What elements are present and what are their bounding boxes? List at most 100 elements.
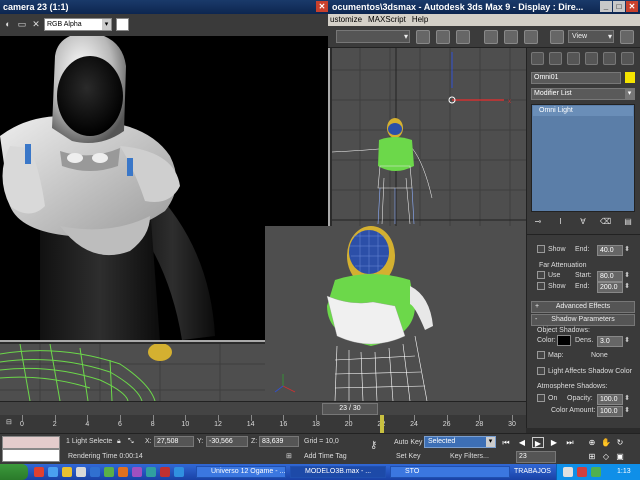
menu-help[interactable]: Help xyxy=(412,14,428,26)
modifier-stack[interactable]: Omni Light xyxy=(531,104,635,212)
maximize-viewport-icon[interactable]: ▣ xyxy=(614,451,626,462)
track-bar[interactable]: ⊟ 024681012141618202224262830 xyxy=(0,415,526,433)
red-channel-icon[interactable]: ◐ xyxy=(2,18,14,31)
go-to-end-icon[interactable]: ⏭ xyxy=(564,437,576,448)
layer-icon[interactable] xyxy=(456,30,470,44)
tray-icon[interactable] xyxy=(591,467,601,477)
create-tab-icon[interactable] xyxy=(531,52,544,65)
key-icon[interactable]: ⚷ xyxy=(370,440,377,451)
far-show-checkbox[interactable] xyxy=(537,282,545,291)
remove-modifier-icon[interactable]: ⌫ xyxy=(599,216,613,228)
current-frame-field[interactable]: 23 xyxy=(516,451,556,463)
quick-launch-icon[interactable] xyxy=(160,467,170,477)
set-key-button[interactable]: Set Key xyxy=(396,451,421,462)
menu-customize[interactable]: ustomize xyxy=(330,14,362,26)
y-coord-field[interactable]: -30,566 xyxy=(206,436,248,447)
start-button[interactable] xyxy=(0,464,28,480)
viewport-left[interactable] xyxy=(0,344,265,401)
color-swatch[interactable] xyxy=(116,18,129,31)
configure-sets-icon[interactable]: ▤ xyxy=(621,216,635,228)
far-end-spinner[interactable]: 200.0 xyxy=(597,282,630,293)
zoom-extents-icon[interactable]: ⊕ xyxy=(586,437,598,448)
tray-icon[interactable] xyxy=(563,467,573,477)
shadow-color-swatch[interactable] xyxy=(557,335,571,346)
shadow-map-button[interactable]: None xyxy=(591,350,608,361)
taskbar-item-3dsmax[interactable]: MODELO3B.max - ... xyxy=(290,466,386,478)
absolute-mode-icon[interactable]: ⤡ xyxy=(128,436,134,447)
frame-close-button[interactable]: ✕ xyxy=(316,1,328,12)
quick-launch-icon[interactable] xyxy=(146,467,156,477)
z-coord-field[interactable]: 83,639 xyxy=(259,436,299,447)
view-dropdown[interactable]: View xyxy=(568,30,614,43)
key-filters-button[interactable]: Key Filters... xyxy=(450,451,489,462)
opacity-spinner[interactable]: 100.0 xyxy=(597,394,630,405)
stack-item-omni-light[interactable]: Omni Light xyxy=(533,106,633,116)
key-mode-select[interactable]: Selected xyxy=(424,436,496,448)
maximize-button[interactable]: □ xyxy=(613,1,625,12)
near-show-checkbox[interactable] xyxy=(537,245,545,254)
clear-icon[interactable]: ✕ xyxy=(30,18,42,31)
show-end-result-icon[interactable]: I xyxy=(554,216,568,228)
add-time-tag-button[interactable]: Add Time Tag xyxy=(304,451,347,462)
quick-render-icon[interactable] xyxy=(620,30,634,44)
modify-tab-icon[interactable] xyxy=(549,52,562,65)
utilities-tab-icon[interactable] xyxy=(621,52,634,65)
play-icon[interactable]: ▶ xyxy=(532,437,544,448)
schematic-icon[interactable] xyxy=(504,30,518,44)
far-start-spinner[interactable]: 80.0 xyxy=(597,271,630,282)
copy-icon[interactable]: ▭ xyxy=(16,18,28,31)
viewport-front[interactable]: x xyxy=(332,48,526,226)
time-slider[interactable]: 23 / 30 xyxy=(322,403,378,415)
render-setup-icon[interactable] xyxy=(550,30,564,44)
tray-icon[interactable] xyxy=(577,467,587,477)
quick-launch-icon[interactable] xyxy=(62,467,72,477)
lock-selection-icon[interactable]: 🔒︎ xyxy=(117,436,121,447)
orbit-icon[interactable]: ↻ xyxy=(614,437,626,448)
close-button[interactable]: ✕ xyxy=(626,1,638,12)
quick-launch-icon[interactable] xyxy=(132,467,142,477)
next-frame-icon[interactable]: ▶ xyxy=(548,437,560,448)
mirror-icon[interactable] xyxy=(416,30,430,44)
material-editor-icon[interactable] xyxy=(524,30,538,44)
channel-select[interactable]: RGB Alpha xyxy=(44,18,112,31)
auto-key-button[interactable]: Auto Key xyxy=(394,437,422,448)
far-use-checkbox[interactable] xyxy=(537,271,545,280)
display-tab-icon[interactable] xyxy=(603,52,616,65)
maxscript-listener[interactable] xyxy=(2,436,60,462)
motion-tab-icon[interactable] xyxy=(585,52,598,65)
color-amount-spinner[interactable]: 100.0 xyxy=(597,406,630,417)
minimize-button[interactable]: _ xyxy=(600,1,612,12)
shadow-map-checkbox[interactable] xyxy=(537,351,545,360)
x-coord-field[interactable]: 27,508 xyxy=(154,436,194,447)
named-selection-dropdown[interactable] xyxy=(336,30,410,43)
quick-launch-icon[interactable] xyxy=(118,467,128,477)
viewport-perspective[interactable] xyxy=(265,226,526,401)
pan-icon[interactable]: ✋ xyxy=(600,437,612,448)
previous-frame-icon[interactable]: ◀ xyxy=(516,437,528,448)
quick-launch-icon[interactable] xyxy=(104,467,114,477)
quick-launch-icon[interactable] xyxy=(48,467,58,477)
atmosphere-on-checkbox[interactable] xyxy=(537,394,545,403)
light-affects-checkbox[interactable] xyxy=(537,367,545,376)
quick-launch-icon[interactable] xyxy=(76,467,86,477)
align-icon[interactable] xyxy=(436,30,450,44)
zoom-region-icon[interactable]: ⊞ xyxy=(586,451,598,462)
near-end-spinner[interactable]: 40.0 xyxy=(597,245,630,256)
quick-launch-icon[interactable] xyxy=(174,467,184,477)
make-unique-icon[interactable]: ∀ xyxy=(576,216,590,228)
curve-editor-icon[interactable] xyxy=(484,30,498,44)
open-mini-curve-icon[interactable]: ⊟ xyxy=(6,417,12,428)
taskbar-item-browser[interactable]: Universo 12 Ogame - ... xyxy=(196,466,286,478)
density-spinner[interactable]: 3.0 xyxy=(597,336,630,347)
time-tag-icon[interactable]: ⊞ xyxy=(286,451,292,462)
quick-launch-icon[interactable] xyxy=(90,467,100,477)
object-color-swatch[interactable] xyxy=(625,72,635,83)
field-of-view-icon[interactable]: ◇ xyxy=(600,451,612,462)
pin-stack-icon[interactable]: ⊸ xyxy=(531,216,545,228)
taskbar-item-sto[interactable]: STO xyxy=(390,466,510,478)
advanced-effects-rollout[interactable]: + Advanced Effects xyxy=(531,301,635,313)
modifier-list-dropdown[interactable]: Modifier List xyxy=(531,88,635,100)
menu-maxscript[interactable]: MAXScript xyxy=(368,14,406,26)
object-name-field[interactable]: Omni01 xyxy=(531,72,621,84)
hierarchy-tab-icon[interactable] xyxy=(567,52,580,65)
